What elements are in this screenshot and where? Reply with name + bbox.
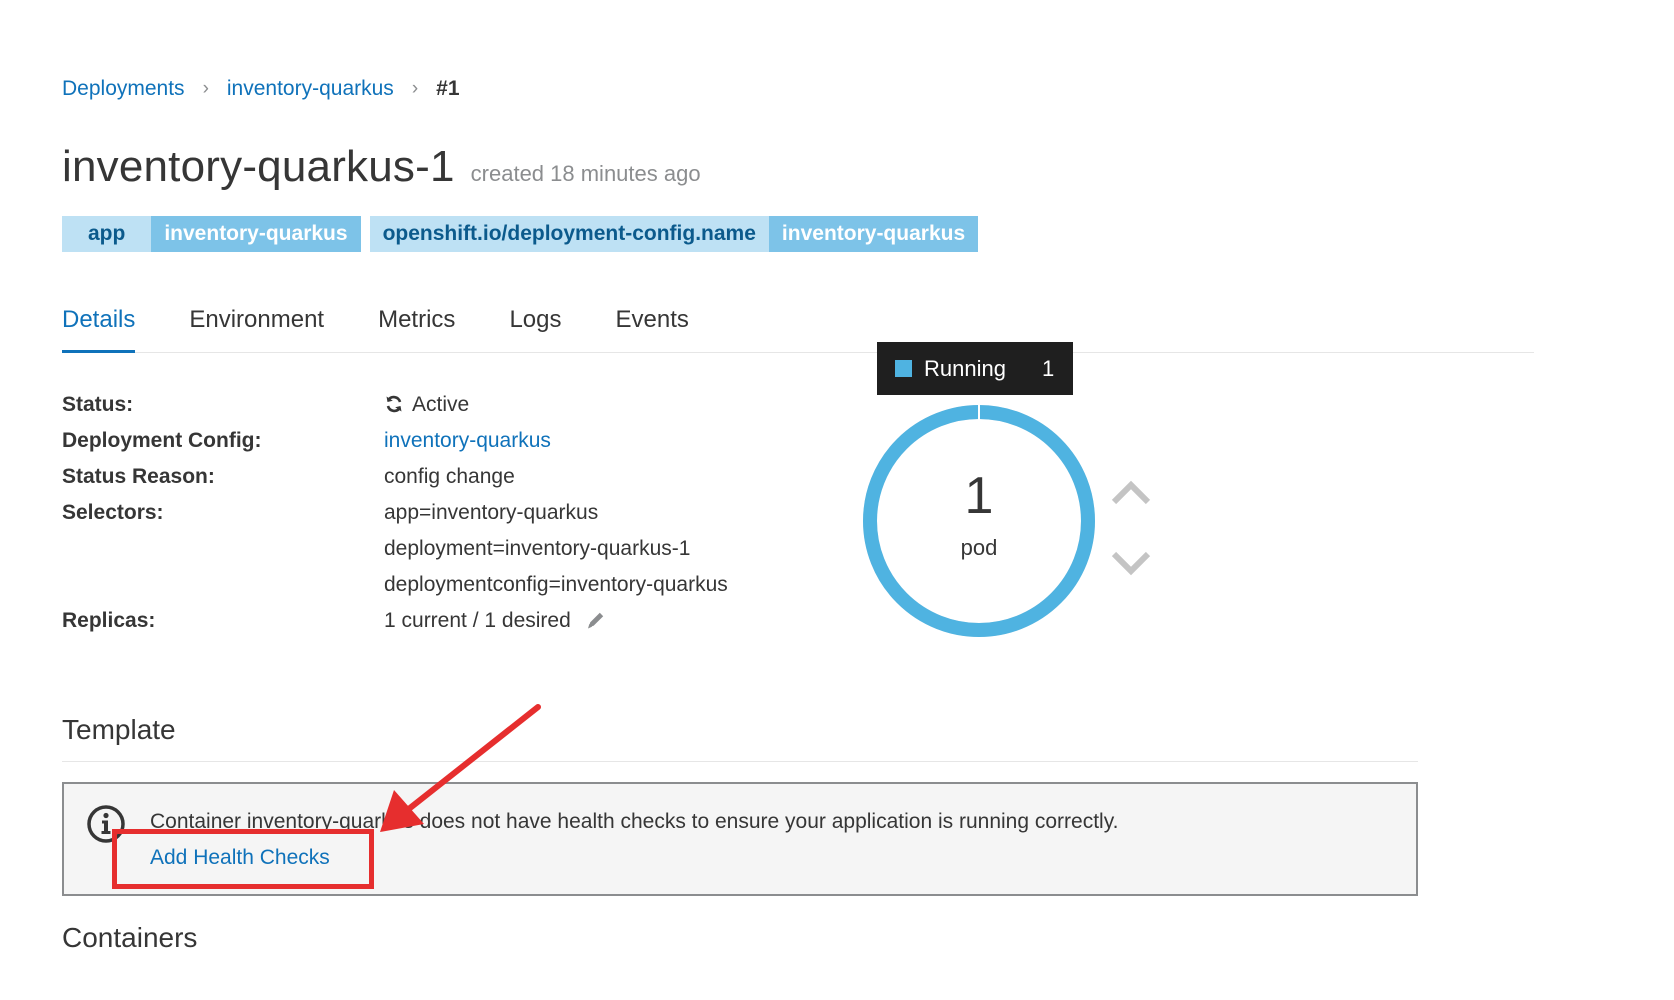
pod-status-tooltip: Running 1: [877, 342, 1073, 395]
status-reason-value: config change: [384, 465, 515, 488]
annotation-highlight-box: [112, 829, 374, 889]
label-list: app inventory-quarkus openshift.io/deplo…: [62, 216, 987, 252]
selector-item: deployment=inventory-quarkus-1: [384, 537, 691, 560]
refresh-icon: [384, 394, 404, 420]
breadcrumb-deployments[interactable]: Deployments: [62, 77, 185, 101]
tooltip-label: Running: [924, 355, 1006, 381]
status-value-wrap: Active: [384, 393, 469, 420]
tab-logs[interactable]: Logs: [509, 306, 561, 352]
label-app[interactable]: app inventory-quarkus: [62, 216, 361, 252]
breadcrumb-current: #1: [436, 77, 460, 100]
chevron-up-icon[interactable]: [1110, 478, 1152, 513]
status-label: Status:: [62, 393, 134, 416]
chevron-down-icon[interactable]: [1110, 548, 1152, 583]
pencil-icon[interactable]: [585, 609, 607, 637]
breadcrumb: Deployments › inventory-quarkus › #1: [62, 77, 460, 101]
replicas-value-wrap: 1 current / 1 desired: [384, 609, 607, 637]
deployment-config-link[interactable]: inventory-quarkus: [384, 429, 551, 453]
title-row: inventory-quarkus-1 created 18 minutes a…: [62, 142, 701, 192]
label-value[interactable]: inventory-quarkus: [151, 216, 361, 252]
replicas-label: Replicas:: [62, 609, 156, 632]
template-heading: Template: [62, 714, 176, 745]
status-value: Active: [412, 393, 470, 416]
running-legend-swatch: [895, 360, 912, 377]
label-deployment-config-name[interactable]: openshift.io/deployment-config.name inve…: [369, 216, 979, 252]
selector-item: deploymentconfig=inventory-quarkus: [384, 573, 728, 596]
deployment-config-label: Deployment Config:: [62, 429, 262, 452]
tooltip-count: 1: [1041, 355, 1055, 381]
section-divider: [62, 761, 1418, 762]
tab-metrics[interactable]: Metrics: [378, 306, 455, 352]
pod-count: 1: [964, 467, 994, 525]
selector-item: app=inventory-quarkus: [384, 501, 599, 524]
label-value[interactable]: inventory-quarkus: [768, 216, 979, 252]
label-key[interactable]: openshift.io/deployment-config.name: [369, 216, 769, 252]
breadcrumb-inventory-quarkus[interactable]: inventory-quarkus: [227, 77, 394, 101]
selectors-label: Selectors:: [62, 501, 164, 524]
label-key[interactable]: app: [62, 216, 152, 252]
tab-environment[interactable]: Environment: [189, 306, 324, 352]
pod-unit-label: pod: [960, 535, 998, 560]
tab-bar: Details Environment Metrics Logs Events: [62, 306, 1534, 353]
breadcrumb-separator-icon: ›: [202, 78, 209, 99]
status-reason-label: Status Reason:: [62, 465, 215, 488]
containers-heading: Containers: [62, 922, 198, 953]
tab-events[interactable]: Events: [615, 306, 688, 352]
created-timestamp: created 18 minutes ago: [470, 161, 701, 186]
replicas-value: 1 current / 1 desired: [384, 609, 571, 632]
page-title: inventory-quarkus-1: [62, 142, 455, 191]
breadcrumb-separator-icon: ›: [411, 78, 419, 99]
tab-details[interactable]: Details: [62, 306, 136, 353]
